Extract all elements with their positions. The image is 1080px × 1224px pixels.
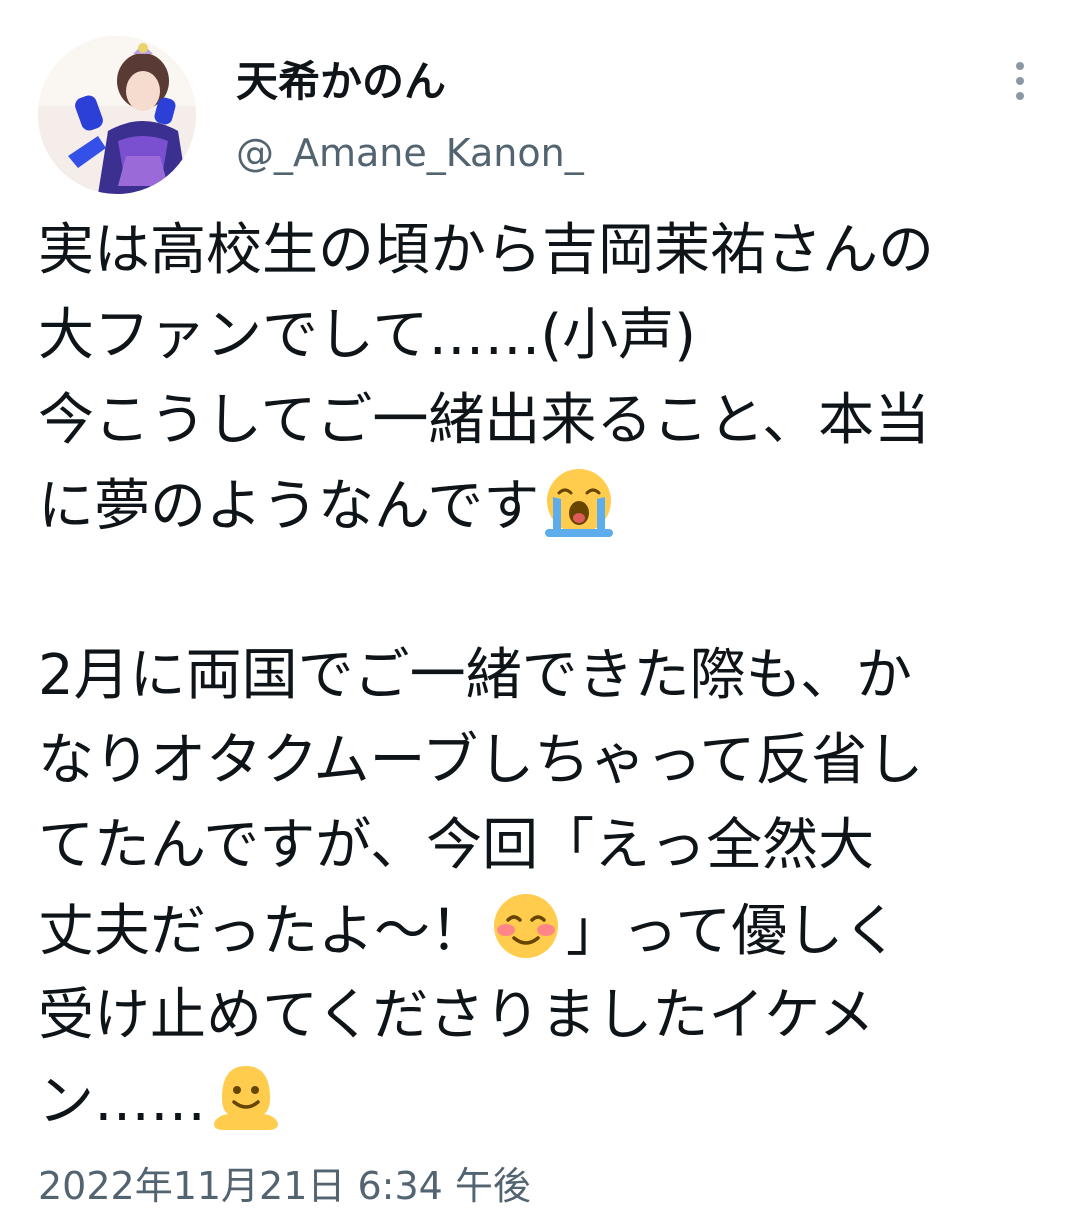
more-vertical-icon: [1016, 62, 1024, 70]
tweet-line: てたんですが、今回「えっ全然大: [38, 813, 875, 878]
smiling-face-emoji: [494, 894, 558, 958]
tweet-line: に夢のようなんです: [38, 463, 1058, 548]
tweet-text: 実は高校生の頃から吉岡茉祐さんの 大ファンでして……(小声) 今こうしてご一緒出…: [38, 208, 1058, 1143]
more-vertical-icon-dot-2: [1016, 77, 1024, 85]
tweet-card: 天希かのん @_Amane_Kanon_ 実は高校生の頃から吉岡茉祐さんの 大フ…: [0, 0, 1080, 1224]
tweet-line: 2月に両国でご一緒できた際も、か: [38, 643, 912, 708]
tweet-line: 受け止めてくださりましたイケメ: [38, 983, 875, 1048]
tweet-line: ン……: [38, 1058, 1058, 1143]
tweet-line: 今こうしてご一緒出来ること、本当: [38, 388, 931, 453]
melting-face-emoji: [214, 1066, 278, 1130]
tweet-line: なりオタクムーブしちゃって反省し: [38, 728, 924, 793]
tweet-timestamp[interactable]: 2022年11月21日 6:34 午後: [38, 1160, 531, 1212]
profile-photo-icon: [38, 36, 196, 194]
avatar[interactable]: [38, 36, 196, 194]
user-handle[interactable]: @_Amane_Kanon_: [236, 130, 584, 176]
user-info[interactable]: 天希かのん @_Amane_Kanon_: [236, 56, 584, 176]
more-options-button[interactable]: [1000, 56, 1040, 106]
loudly-crying-face-emoji: [545, 469, 614, 537]
more-vertical-icon-dot-3: [1016, 92, 1024, 100]
tweet-line: 実は高校生の頃から吉岡茉祐さんの: [38, 218, 934, 283]
tweet-line: 大ファンでして……(小声): [38, 303, 697, 368]
tweet-line: 丈夫だったよ〜！ 」って優しく: [38, 888, 1058, 973]
display-name[interactable]: 天希かのん: [236, 56, 584, 108]
